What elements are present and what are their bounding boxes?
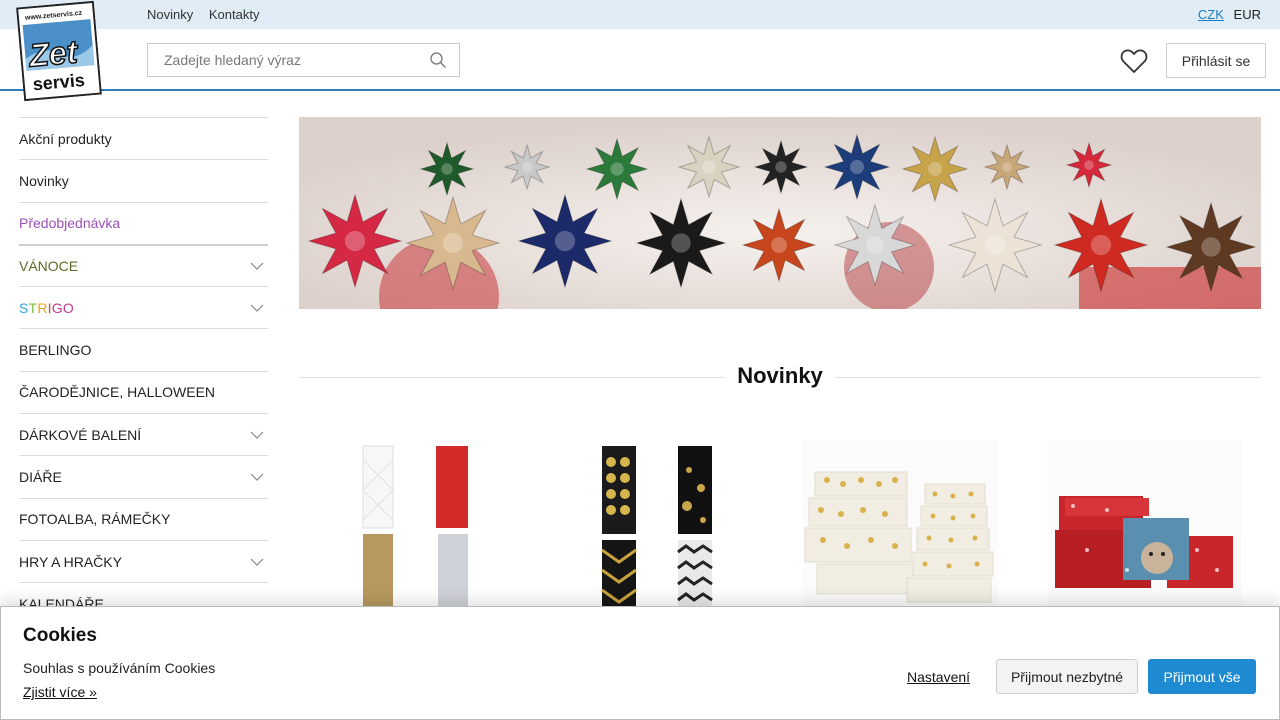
currency-czk[interactable]: CZK xyxy=(1198,7,1224,22)
sidebar-item-novinky[interactable]: Novinky xyxy=(19,159,268,201)
gift-bow-center xyxy=(1002,162,1012,172)
accept-necessary-button[interactable]: Přijmout nezbytné xyxy=(996,659,1138,694)
gift-bow-center xyxy=(702,160,716,174)
gift-bow-center xyxy=(849,159,865,175)
cookie-settings-link[interactable]: Nastavení xyxy=(907,669,970,685)
gift-bow-center xyxy=(344,230,366,252)
sidebar-item-label: Akční produkty xyxy=(19,130,112,147)
chevron-down-icon xyxy=(250,304,264,312)
sidebar-item-berlingo[interactable]: BERLINGO xyxy=(19,328,268,370)
gift-bow-center xyxy=(522,162,532,172)
strigo-letter: S xyxy=(19,299,29,316)
gift-bow-center xyxy=(1090,234,1112,256)
sidebar-item-label: Novinky xyxy=(19,172,69,189)
zetservis-logo[interactable]: www.zetservis.cz Zet servis xyxy=(16,0,102,102)
currency-switcher: CZK EUR xyxy=(1198,7,1261,22)
gift-bow-center xyxy=(1201,237,1221,257)
gift-bow-center xyxy=(442,232,464,254)
gift-bow-center xyxy=(1084,160,1094,170)
sidebar-item-carodejnice-halloween[interactable]: ČARODĚJNICE, HALLOWEEN xyxy=(19,370,268,413)
sidebar-item-label: DÁRKOVÉ BALENÍ xyxy=(19,426,142,443)
sidebar-item-label: DIÁŘE xyxy=(19,469,62,486)
cookie-consent-bar: Cookies Souhlas s používáním Cookies Zji… xyxy=(0,606,1280,720)
strigo-letter: O xyxy=(62,299,74,316)
search-icon[interactable] xyxy=(429,51,447,69)
sidebar-item-diare[interactable]: DIÁŘE xyxy=(19,455,268,497)
category-sidebar: Akční produkty Novinky Předobjednávka VÁ… xyxy=(19,117,268,625)
svg-text:Zet: Zet xyxy=(27,33,80,73)
sidebar-item-label-strigo: STRIGO xyxy=(19,300,74,316)
search-box xyxy=(147,43,460,77)
sidebar-item-label: HRY A HRAČKY xyxy=(19,553,122,570)
gift-bow-center xyxy=(671,233,691,253)
hero-banner[interactable] xyxy=(299,117,1261,309)
header: www.zetservis.cz Zet servis Přihlásit se xyxy=(0,0,1280,102)
sidebar-item-hry-a-hracky[interactable]: HRY A HRAČKY xyxy=(19,539,268,582)
gift-bow-center xyxy=(441,163,453,175)
product-card[interactable] xyxy=(803,440,998,610)
product-image xyxy=(1047,440,1242,610)
sidebar-item-label: ČARODĚJNICE, HALLOWEEN xyxy=(19,384,216,401)
product-card[interactable] xyxy=(319,440,514,610)
gift-bow-center xyxy=(554,230,576,252)
chevron-down-icon xyxy=(250,558,264,566)
cookie-text: Souhlas s používáním Cookies xyxy=(23,660,216,676)
gift-bow-center xyxy=(984,234,1006,256)
sidebar-item-akcni-produkty[interactable]: Akční produkty xyxy=(19,117,268,159)
cookie-learn-more-link[interactable]: Zjistit více » xyxy=(23,684,97,700)
chevron-down-icon xyxy=(250,262,264,270)
sidebar-item-label: Předobjednávka xyxy=(19,215,121,232)
login-button[interactable]: Přihlásit se xyxy=(1166,43,1266,78)
strigo-colored-label: STRIGO xyxy=(19,300,74,316)
strigo-letter: G xyxy=(51,299,63,316)
product-image xyxy=(803,440,998,610)
gift-bow-center xyxy=(866,236,884,254)
section-title: Novinky xyxy=(725,363,835,389)
gift-bow-center xyxy=(927,161,943,177)
gift-bows-banner-image xyxy=(299,117,1261,309)
product-image xyxy=(601,446,713,610)
top-bar: Novinky Kontakty CZK EUR xyxy=(0,0,1280,29)
sidebar-item-fotoalba-ramecky[interactable]: FOTOALBA, RÁMEČKY xyxy=(19,497,268,540)
gift-bow-center xyxy=(771,237,787,253)
sidebar-item-strigo[interactable]: STRIGO xyxy=(19,286,268,328)
product-grid xyxy=(299,440,1261,610)
chevron-down-icon xyxy=(250,473,264,481)
currency-eur[interactable]: EUR xyxy=(1234,7,1261,22)
cookie-title: Cookies xyxy=(23,625,97,646)
heart-icon[interactable] xyxy=(1120,48,1148,74)
sidebar-item-predobjednavka[interactable]: Předobjednávka xyxy=(19,201,268,244)
strigo-letter: T xyxy=(28,299,38,316)
sidebar-item-vanoce[interactable]: VÁNOCE xyxy=(19,243,268,286)
sidebar-item-darkove-baleni[interactable]: DÁRKOVÉ BALENÍ xyxy=(19,413,268,455)
top-links: Novinky Kontakty xyxy=(147,7,271,22)
top-link-kontakty[interactable]: Kontakty xyxy=(209,7,260,22)
chevron-down-icon xyxy=(250,431,264,439)
gift-bow-center xyxy=(775,161,787,173)
product-card[interactable] xyxy=(561,440,756,610)
sidebar-item-label: VÁNOCE xyxy=(19,258,79,275)
accept-all-button[interactable]: Přijmout vše xyxy=(1148,659,1256,694)
product-card[interactable] xyxy=(1047,440,1242,610)
search-input[interactable] xyxy=(148,44,418,76)
gift-bow-center xyxy=(610,162,624,176)
novinky-section-heading: Novinky xyxy=(299,362,1261,392)
product-image xyxy=(362,445,468,610)
top-link-novinky[interactable]: Novinky xyxy=(147,7,193,22)
strigo-letter: R xyxy=(37,299,48,316)
sidebar-item-label: FOTOALBA, RÁMEČKY xyxy=(19,511,171,528)
sidebar-item-label: BERLINGO xyxy=(19,342,92,359)
